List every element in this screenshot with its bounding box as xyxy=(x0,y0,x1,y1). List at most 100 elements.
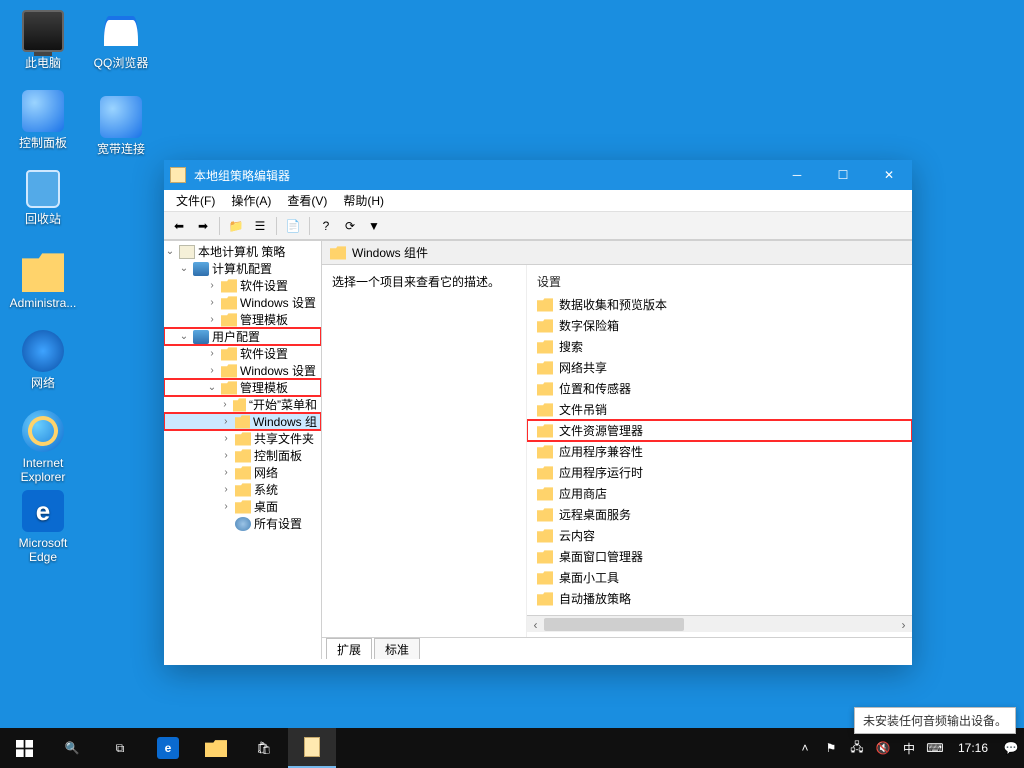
tab-standard[interactable]: 标准 xyxy=(374,638,420,659)
tree-caret-icon[interactable] xyxy=(206,365,218,376)
horizontal-scrollbar[interactable]: ‹ › xyxy=(527,615,912,632)
menu-item-3[interactable]: 帮助(H) xyxy=(335,190,392,211)
up-button[interactable]: 📁 xyxy=(225,215,247,237)
back-button[interactable]: ⬅ xyxy=(168,215,190,237)
tree-caret-icon[interactable] xyxy=(206,314,218,325)
desktop-icon-bb[interactable]: 宽带连接 xyxy=(84,96,158,156)
tree-row[interactable]: 系统 xyxy=(164,481,321,498)
tree-row[interactable]: 所有设置 xyxy=(164,515,321,532)
task-view-button[interactable]: ⧉ xyxy=(96,728,144,768)
titlebar[interactable]: 本地组策略编辑器 ─ ☐ ✕ xyxy=(164,160,912,190)
tray-keyboard-icon[interactable]: ⌨ xyxy=(924,728,946,768)
menu-item-1[interactable]: 操作(A) xyxy=(223,190,279,211)
taskbar-explorer[interactable] xyxy=(192,728,240,768)
tree-caret-icon[interactable] xyxy=(178,331,190,342)
action-center-button[interactable]: 💬 xyxy=(1000,728,1022,768)
export-button[interactable]: 📄 xyxy=(282,215,304,237)
tree-caret-icon[interactable] xyxy=(206,382,218,393)
tab-extended[interactable]: 扩展 xyxy=(326,638,372,659)
settings-item[interactable]: 自动播放策略 xyxy=(527,588,912,609)
desktop-icon-bin[interactable]: 回收站 xyxy=(6,170,80,226)
tree-caret-icon[interactable] xyxy=(220,433,232,444)
tray-clock[interactable]: 17:16 xyxy=(950,741,996,755)
tree-caret-icon[interactable] xyxy=(220,467,232,478)
folder-icon xyxy=(235,466,251,480)
filter-button[interactable]: ▼ xyxy=(363,215,385,237)
tree-caret-icon[interactable] xyxy=(164,246,176,257)
settings-item[interactable]: 应用商店 xyxy=(527,483,912,504)
scroll-thumb[interactable] xyxy=(544,618,684,631)
tree-row[interactable]: Windows 设置 xyxy=(164,294,321,311)
taskbar-edge[interactable]: e xyxy=(144,728,192,768)
tree-caret-icon[interactable] xyxy=(206,280,218,291)
tree-row[interactable]: 软件设置 xyxy=(164,345,321,362)
tree-caret-icon[interactable] xyxy=(220,484,232,495)
close-button[interactable]: ✕ xyxy=(866,160,912,190)
scroll-right-icon[interactable]: › xyxy=(895,616,912,633)
taskbar-store[interactable]: 🛍 xyxy=(240,728,288,768)
tree-row[interactable]: “开始”菜单和 xyxy=(164,396,321,413)
settings-item[interactable]: 文件资源管理器 xyxy=(527,420,912,441)
desktop-icon-net[interactable]: 网络 xyxy=(6,330,80,390)
tree-caret-icon[interactable] xyxy=(206,348,218,359)
taskbar-gpedit[interactable] xyxy=(288,728,336,768)
tree-row[interactable]: 管理模板 xyxy=(164,311,321,328)
tree-row[interactable]: 软件设置 xyxy=(164,277,321,294)
tree-row[interactable]: 计算机配置 xyxy=(164,260,321,277)
tray-ime-icon[interactable]: 中 xyxy=(898,728,920,768)
tree-row[interactable]: 共享文件夹 xyxy=(164,430,321,447)
settings-item[interactable]: 文件吊销 xyxy=(527,399,912,420)
tree-row[interactable]: Windows 设置 xyxy=(164,362,321,379)
settings-list[interactable]: 设置 数据收集和预览版本数字保险箱搜索网络共享位置和传感器文件吊销文件资源管理器… xyxy=(527,265,912,637)
search-button[interactable]: 🔍 xyxy=(48,728,96,768)
desktop-icon-folder[interactable]: Administra... xyxy=(6,250,80,310)
tree-caret-icon[interactable] xyxy=(206,297,218,308)
settings-item[interactable]: 网络共享 xyxy=(527,357,912,378)
tree-row[interactable]: 管理模板 xyxy=(164,379,321,396)
settings-item[interactable]: 应用程序运行时 xyxy=(527,462,912,483)
tray-network-icon[interactable]: 🖧 xyxy=(846,728,868,768)
tree-caret-icon[interactable] xyxy=(220,399,230,410)
settings-item[interactable]: 桌面小工具 xyxy=(527,567,912,588)
settings-item[interactable]: 数据收集和预览版本 xyxy=(527,294,912,315)
tree-label: 网络 xyxy=(254,464,278,481)
desktop-icon-edge[interactable]: Microsoft Edge xyxy=(6,490,80,564)
help-button[interactable]: ? xyxy=(315,215,337,237)
tree-row[interactable]: 桌面 xyxy=(164,498,321,515)
tray-chevron-up-icon[interactable]: ˄ xyxy=(794,728,816,768)
desktop-icon-qq[interactable]: QQ浏览器 xyxy=(84,10,158,70)
settings-item[interactable]: 桌面窗口管理器 xyxy=(527,546,912,567)
refresh-button[interactable]: ⟳ xyxy=(339,215,361,237)
desktop-icon-ie[interactable]: Internet Explorer xyxy=(6,410,80,484)
settings-item[interactable]: 位置和传感器 xyxy=(527,378,912,399)
audio-balloon[interactable]: 未安装任何音频输出设备。 xyxy=(854,707,1016,734)
tree-caret-icon[interactable] xyxy=(178,263,190,274)
tree-row[interactable]: 网络 xyxy=(164,464,321,481)
tree-row[interactable]: Windows 组 xyxy=(164,413,321,430)
start-button[interactable] xyxy=(0,728,48,768)
tree-pane[interactable]: 本地计算机 策略计算机配置软件设置Windows 设置管理模板用户配置软件设置W… xyxy=(164,241,322,659)
folder-icon xyxy=(537,466,553,480)
tray-security-icon[interactable]: ⚑ xyxy=(820,728,842,768)
minimize-button[interactable]: ─ xyxy=(774,160,820,190)
settings-item[interactable]: 远程桌面服务 xyxy=(527,504,912,525)
menu-item-0[interactable]: 文件(F) xyxy=(168,190,223,211)
show-hide-tree-button[interactable]: ☰ xyxy=(249,215,271,237)
tree-row[interactable]: 用户配置 xyxy=(164,328,321,345)
tree-row[interactable]: 控制面板 xyxy=(164,447,321,464)
tree-caret-icon[interactable] xyxy=(220,501,232,512)
menu-item-2[interactable]: 查看(V) xyxy=(279,190,335,211)
settings-item[interactable]: 数字保险箱 xyxy=(527,315,912,336)
scroll-left-icon[interactable]: ‹ xyxy=(527,616,544,633)
settings-item[interactable]: 搜索 xyxy=(527,336,912,357)
tray-volume-icon[interactable]: 🔇 xyxy=(872,728,894,768)
forward-button[interactable]: ➡ xyxy=(192,215,214,237)
tree-caret-icon[interactable] xyxy=(220,416,232,427)
tree-row[interactable]: 本地计算机 策略 xyxy=(164,243,321,260)
desktop-icon-pc[interactable]: 此电脑 xyxy=(6,10,80,70)
settings-item[interactable]: 应用程序兼容性 xyxy=(527,441,912,462)
maximize-button[interactable]: ☐ xyxy=(820,160,866,190)
desktop-icon-cp[interactable]: 控制面板 xyxy=(6,90,80,150)
tree-caret-icon[interactable] xyxy=(220,450,232,461)
settings-item[interactable]: 云内容 xyxy=(527,525,912,546)
